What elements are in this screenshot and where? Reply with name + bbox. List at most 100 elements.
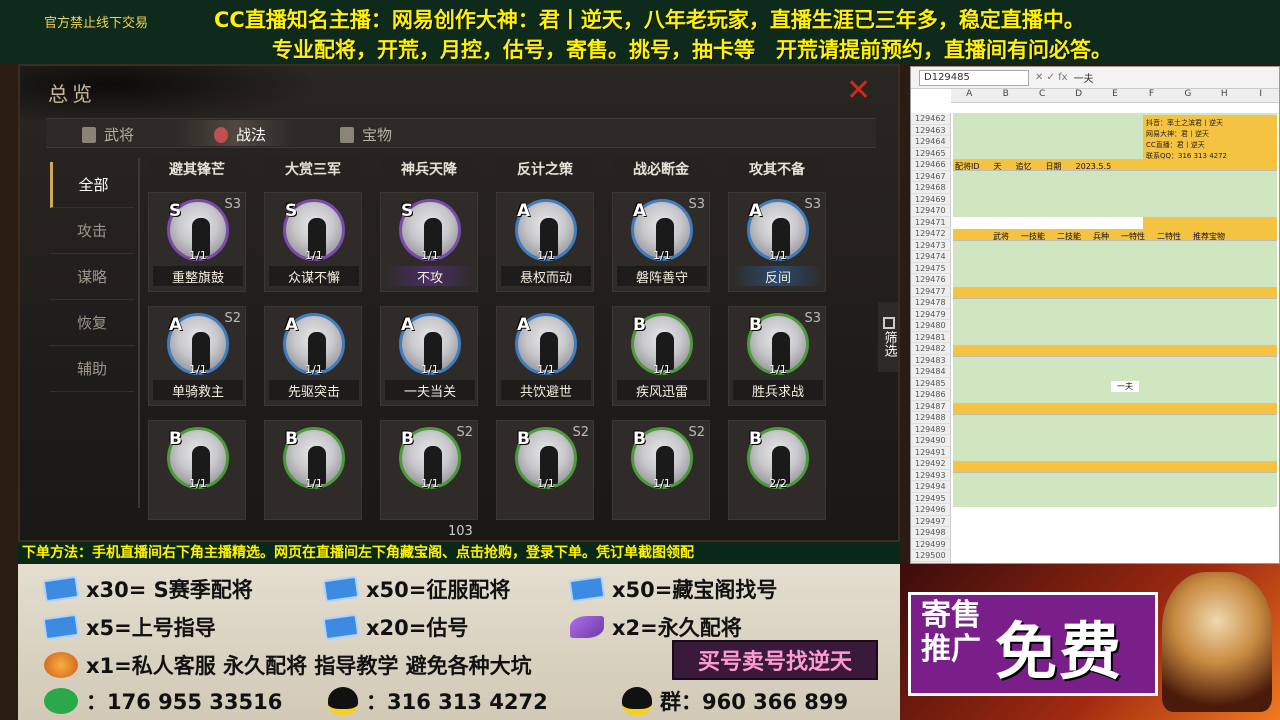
feather-icon	[570, 616, 604, 638]
tactic-label[interactable]: 大赏三军	[264, 156, 362, 182]
row-number[interactable]: 129482	[911, 343, 951, 355]
tab-generals[interactable]: 武将	[82, 124, 134, 145]
team-col-header: 武将	[993, 232, 1009, 241]
row-number[interactable]: 129484	[911, 366, 951, 378]
tactic-card[interactable]: S 1/1 众谋不懈	[264, 192, 362, 292]
tactic-card[interactable]: B S2 1/1	[496, 420, 594, 520]
tactic-card[interactable]: A 1/1 先驱突击	[264, 306, 362, 406]
row-number[interactable]: 129471	[911, 216, 951, 228]
row-number[interactable]: 129472	[911, 228, 951, 240]
row-number[interactable]: 129463	[911, 124, 951, 136]
tactic-card[interactable]: B 1/1 疾风迅雷	[612, 306, 710, 406]
row-number[interactable]: 129486	[911, 389, 951, 401]
row-number[interactable]: 129493	[911, 469, 951, 481]
tab-treasures[interactable]: 宝物	[340, 124, 392, 145]
column-label[interactable]: E	[1097, 89, 1133, 102]
tactic-card[interactable]: A S3 1/1 磐阵善守	[612, 192, 710, 292]
tactic-card[interactable]: B S2 1/1	[612, 420, 710, 520]
tactic-card[interactable]: B S3 1/1 胜兵求战	[728, 306, 826, 406]
row-number[interactable]: 129467	[911, 170, 951, 182]
row-number[interactable]: 129477	[911, 285, 951, 297]
row-number[interactable]: 129487	[911, 400, 951, 412]
tactic-label[interactable]: 攻其不备	[728, 156, 826, 182]
header-cell: 追忆	[1015, 162, 1032, 171]
column-label[interactable]: I	[1243, 89, 1279, 102]
sidebar-item-recovery[interactable]: 恢复	[50, 300, 134, 346]
formula-input[interactable]: 一夫	[1074, 70, 1094, 85]
column-label[interactable]: G	[1170, 89, 1206, 102]
row-number[interactable]: 129489	[911, 423, 951, 435]
tactic-card[interactable]: A 1/1 一夫当关	[380, 306, 478, 406]
tactic-card[interactable]: B S2 1/1	[380, 420, 478, 520]
tactic-card[interactable]: A S3 1/1 反间	[728, 192, 826, 292]
row-number[interactable]: 129500	[911, 550, 951, 562]
row-number[interactable]: 129496	[911, 504, 951, 516]
season-badge: S3	[804, 197, 821, 212]
close-icon[interactable]: ✕	[846, 76, 871, 106]
row-number[interactable]: 129497	[911, 515, 951, 527]
team-block	[953, 171, 1277, 217]
column-label[interactable]: H	[1206, 89, 1242, 102]
tactic-card[interactable]: A 1/1 共饮避世	[496, 306, 594, 406]
row-number[interactable]: 129479	[911, 308, 951, 320]
consignment-ad: 寄售推广 免费	[900, 564, 1280, 720]
row-number[interactable]: 129462	[911, 113, 951, 125]
tactic-label[interactable]: 避其锋芒	[148, 156, 246, 182]
tactic-card[interactable]: S 1/1 不攻	[380, 192, 478, 292]
tactic-card[interactable]: A S2 1/1 单骑救主	[148, 306, 246, 406]
row-number[interactable]: 129476	[911, 274, 951, 286]
column-label[interactable]: C	[1024, 89, 1060, 102]
row-number[interactable]: 129473	[911, 239, 951, 251]
tactic-card[interactable]: B 1/1	[264, 420, 362, 520]
price-item: x20=估号	[322, 612, 468, 642]
row-number[interactable]: 129469	[911, 193, 951, 205]
ad-box: 寄售推广 免费	[908, 592, 1158, 696]
row-number[interactable]: 129483	[911, 354, 951, 366]
grade-badge: S	[401, 201, 414, 221]
column-label[interactable]: A	[951, 89, 987, 102]
grade-badge: B	[517, 429, 530, 449]
tactic-label[interactable]: 战必断金	[612, 156, 710, 182]
row-number[interactable]: 129498	[911, 527, 951, 539]
row-number[interactable]: 129495	[911, 492, 951, 504]
column-label[interactable]: B	[987, 89, 1023, 102]
row-number[interactable]: 129494	[911, 481, 951, 493]
row-number[interactable]: 129492	[911, 458, 951, 470]
row-number[interactable]: 129491	[911, 446, 951, 458]
tactic-card[interactable]: B 2/2	[728, 420, 826, 520]
selected-cell[interactable]: 一夫	[1111, 381, 1139, 392]
row-number[interactable]: 129470	[911, 205, 951, 217]
card-count: 1/1	[653, 363, 671, 376]
header-cell: 天	[993, 162, 1002, 171]
name-box[interactable]: D129485	[919, 69, 1029, 86]
row-number[interactable]: 129490	[911, 435, 951, 447]
tactic-card[interactable]: B 1/1	[148, 420, 246, 520]
tactic-card[interactable]: A 1/1 悬权而动	[496, 192, 594, 292]
filter-button[interactable]: 筛选	[878, 302, 898, 372]
sidebar-item-attack[interactable]: 攻击	[50, 208, 134, 254]
sidebar-item-support[interactable]: 辅助	[50, 346, 134, 392]
row-number[interactable]: 129464	[911, 136, 951, 148]
column-label[interactable]: F	[1133, 89, 1169, 102]
tactic-label[interactable]: 反计之策	[496, 156, 594, 182]
row-number[interactable]: 129481	[911, 331, 951, 343]
row-number[interactable]: 129474	[911, 251, 951, 263]
row-number[interactable]: 129480	[911, 320, 951, 332]
stream-top-banner: 官方禁止线下交易 CC直播知名主播：网易创作大神：君丨逆天，八年老玩家，直播生涯…	[0, 0, 1280, 64]
row-number[interactable]: 129475	[911, 262, 951, 274]
row-number[interactable]: 129468	[911, 182, 951, 194]
sword-icon	[340, 126, 354, 143]
row-number[interactable]: 129488	[911, 412, 951, 424]
row-number[interactable]: 129466	[911, 159, 951, 171]
row-number[interactable]: 129499	[911, 538, 951, 550]
row-number[interactable]: 129485	[911, 377, 951, 389]
tactic-label[interactable]: 神兵天降	[380, 156, 478, 182]
column-label[interactable]: D	[1060, 89, 1096, 102]
sidebar-item-all[interactable]: 全部	[50, 162, 134, 208]
row-number[interactable]: 129478	[911, 297, 951, 309]
sidebar-item-strategy[interactable]: 谋略	[50, 254, 134, 300]
tab-tactics[interactable]: 战法	[214, 124, 266, 145]
tactic-card[interactable]: S S3 1/1 重整旗鼓	[148, 192, 246, 292]
ticket-icon	[568, 575, 606, 603]
row-number[interactable]: 129465	[911, 147, 951, 159]
